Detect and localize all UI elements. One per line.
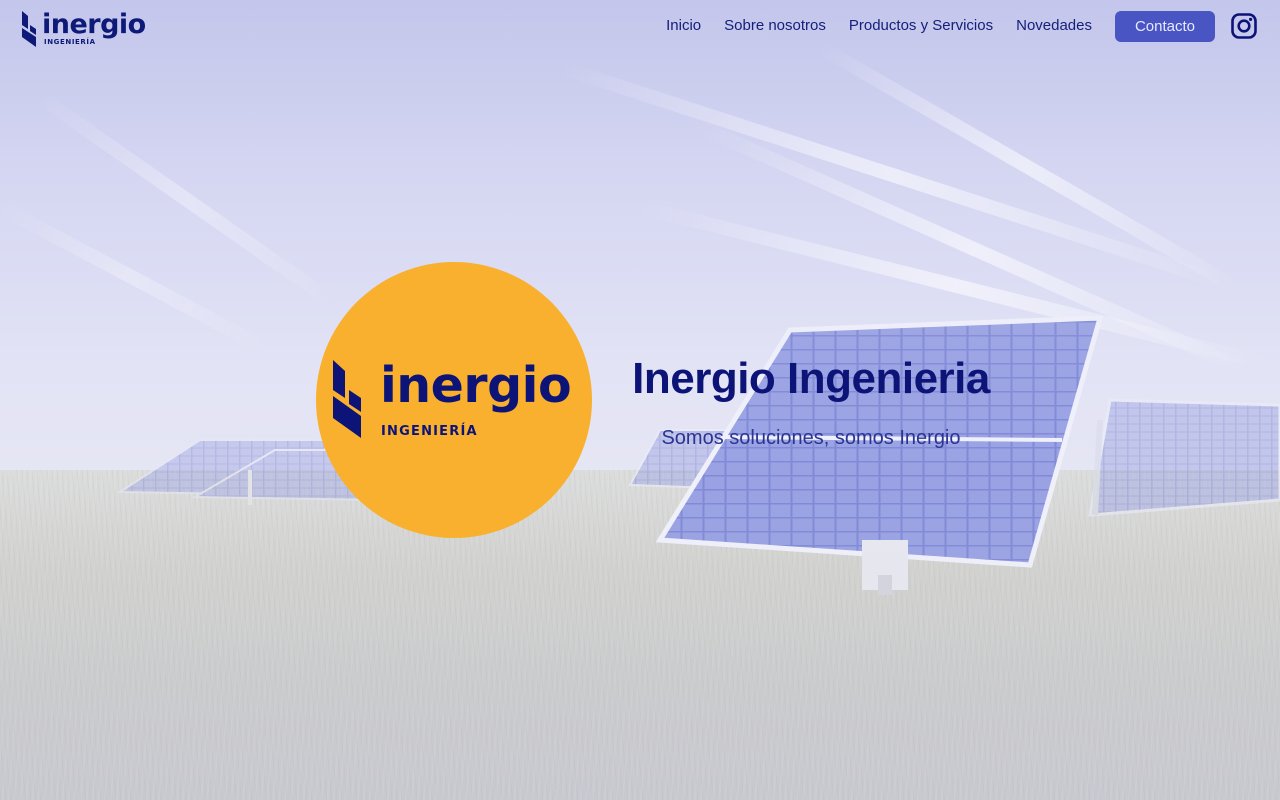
nav-link-productos-servicios[interactable]: Productos y Servicios <box>849 16 993 36</box>
page: inergio INGENIERÍA Inicio Sobre nosotros… <box>0 0 1280 800</box>
hero-logo-tagline: INGENIERÍA <box>381 424 478 439</box>
hero-subtitle: Somos soluciones, somos Inergio <box>661 427 961 449</box>
contact-button[interactable]: Contacto <box>1115 10 1215 42</box>
brand-mark-icon <box>22 11 36 47</box>
nav-link-sobre-nosotros[interactable]: Sobre nosotros <box>724 16 826 36</box>
site-header: inergio INGENIERÍA Inicio Sobre nosotros… <box>0 0 1280 56</box>
hero-logo-name: inergio <box>380 357 572 414</box>
hero-logo-circle: inergio INGENIERÍA <box>316 262 592 538</box>
hero-title: Inergio Ingenieria <box>632 354 990 403</box>
instagram-icon <box>1231 13 1257 39</box>
brand-name: inergio <box>42 9 146 40</box>
brand-logo-link[interactable]: inergio INGENIERÍA <box>22 10 146 50</box>
main-nav: Inicio Sobre nosotros Productos y Servic… <box>666 0 1280 52</box>
nav-link-novedades[interactable]: Novedades <box>1016 16 1092 36</box>
nav-link-inicio[interactable]: Inicio <box>666 16 701 36</box>
instagram-link[interactable] <box>1230 12 1258 40</box>
hero-logo-mark-icon <box>333 360 361 438</box>
brand-tagline: INGENIERÍA <box>44 38 96 46</box>
